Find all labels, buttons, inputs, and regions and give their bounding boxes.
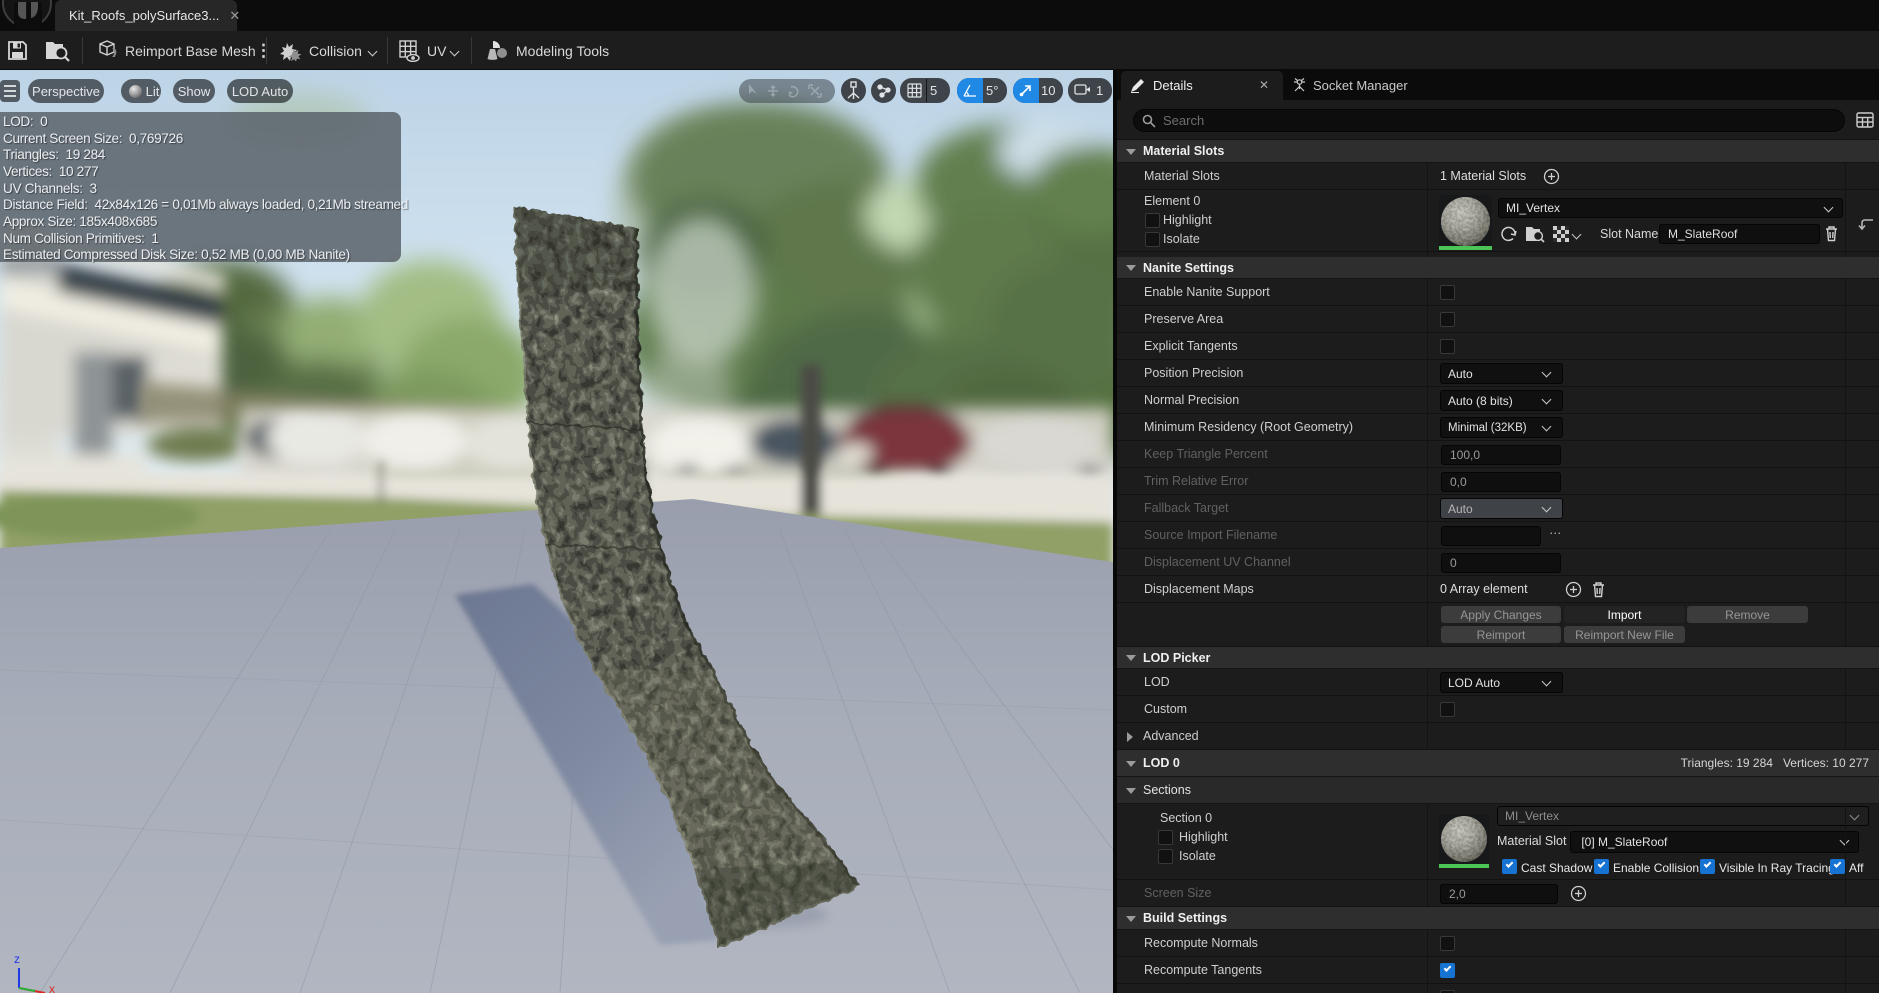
svg-text:x: x [49, 982, 55, 993]
svg-text:z: z [14, 952, 20, 966]
